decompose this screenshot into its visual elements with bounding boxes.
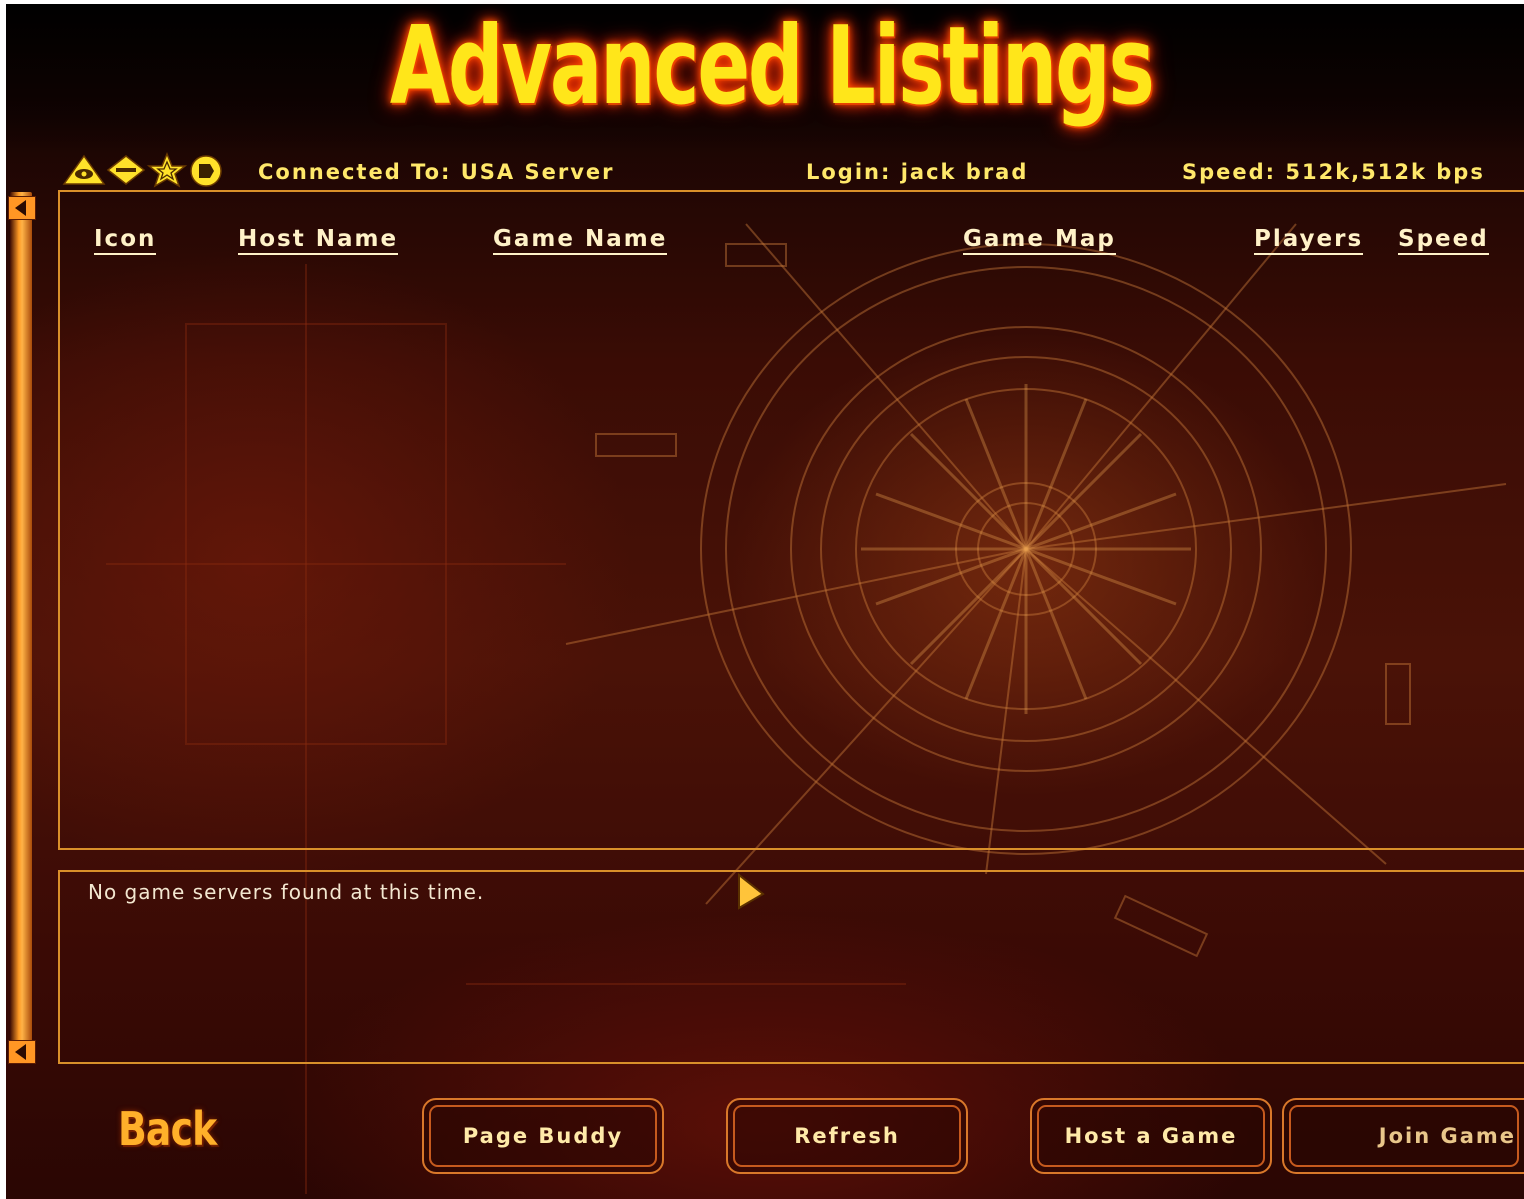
star-icon [146,152,188,188]
server-list[interactable] [58,190,1524,850]
host-game-label: Host a Game [1064,1124,1238,1148]
status-icons [62,152,222,188]
key-diamond-icon [106,155,146,185]
column-header-host-name[interactable]: Host Name [238,226,399,255]
join-game-label: Join Game [1378,1124,1516,1148]
refresh-label: Refresh [794,1124,900,1148]
connection-status: Connected To: USA Server [258,160,615,184]
scroll-up-arrow-icon[interactable] [8,196,36,220]
column-header-game-name[interactable]: Game Name [493,226,668,255]
refresh-button[interactable]: Refresh [726,1098,968,1174]
column-header-game-map[interactable]: Game Map [963,226,1116,255]
column-header-icon[interactable]: Icon [94,226,157,255]
eye-triangle-icon [62,154,106,185]
login-status: Login: jack brad [806,160,1029,184]
back-button[interactable]: Back [118,1102,217,1156]
column-header-players[interactable]: Players [1254,226,1364,255]
page-buddy-button[interactable]: Page Buddy [422,1098,664,1174]
join-game-button[interactable]: Join Game [1282,1098,1524,1174]
status-message: No game servers found at this time. [88,880,485,904]
scroll-down-arrow-icon[interactable] [8,1040,36,1064]
mouse-cursor-icon [738,872,765,910]
page-buddy-label: Page Buddy [462,1124,624,1148]
buddy-disc-icon [190,155,222,187]
column-header-speed[interactable]: Speed [1398,226,1489,255]
speed-status: Speed: 512k,512k bps [1182,160,1485,184]
page-title: Advanced Listings [389,4,1155,129]
host-game-button[interactable]: Host a Game [1030,1098,1272,1174]
list-scrollbar[interactable] [10,192,32,1062]
